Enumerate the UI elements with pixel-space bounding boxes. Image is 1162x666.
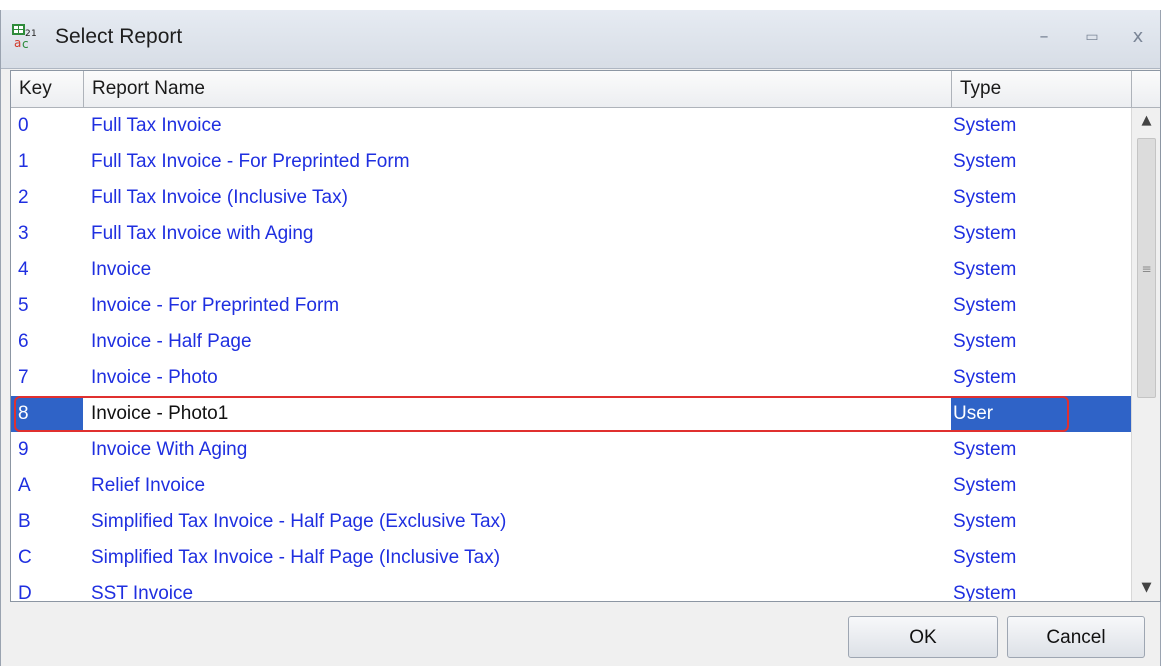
table-row[interactable]: 2 Full Tax Invoice (Inclusive Tax) System	[11, 180, 1131, 216]
table-row[interactable]: 9 Invoice With Aging System	[11, 432, 1131, 468]
cell-key[interactable]: 5	[18, 288, 29, 324]
report-grid-icon: 2 1 a c	[12, 24, 37, 49]
cell-type[interactable]: User	[953, 396, 993, 432]
cell-type[interactable]: System	[953, 252, 1016, 288]
title-bar[interactable]: 2 1 a c Select Report – ▭ x	[1, 10, 1160, 69]
cell-report-name[interactable]: Invoice - Half Page	[91, 324, 252, 360]
cell-key[interactable]: 8	[18, 396, 29, 432]
cell-type[interactable]: System	[953, 540, 1016, 576]
cell-type[interactable]: System	[953, 324, 1016, 360]
cell-report-name[interactable]: SST Invoice	[91, 576, 193, 601]
table-row[interactable]: 4 Invoice System	[11, 252, 1131, 288]
report-grid: Key Report Name Type 0 Full Tax Invoice Sy…	[10, 70, 1161, 602]
table-row[interactable]: A Relief Invoice System	[11, 468, 1131, 504]
cell-report-name[interactable]: Full Tax Invoice - For Preprinted Form	[91, 144, 410, 180]
svg-text:1: 1	[31, 29, 37, 39]
column-header-report-name[interactable]: Report Name	[84, 71, 952, 107]
cell-key[interactable]: B	[18, 504, 31, 540]
cell-report-name[interactable]: Simplified Tax Invoice - Half Page (Excl…	[91, 504, 506, 540]
cell-key[interactable]: 6	[18, 324, 29, 360]
cell-report-name[interactable]: Invoice - For Preprinted Form	[91, 288, 339, 324]
table-row[interactable]: 1 Full Tax Invoice - For Preprinted Form S…	[11, 144, 1131, 180]
cell-report-name[interactable]: Full Tax Invoice with Aging	[91, 216, 314, 252]
cell-type[interactable]: System	[953, 432, 1016, 468]
vertical-scrollbar[interactable]: ▲ ≡ ▼	[1131, 108, 1160, 601]
svg-text:c: c	[22, 37, 29, 49]
scroll-down-icon[interactable]: ▼	[1132, 575, 1160, 601]
minimize-button[interactable]: –	[1029, 24, 1059, 50]
cell-key[interactable]: D	[18, 576, 32, 601]
cell-report-name[interactable]: Invoice - Photo1	[91, 396, 228, 432]
table-row[interactable]: 6 Invoice - Half Page System	[11, 324, 1131, 360]
table-row[interactable]: 0 Full Tax Invoice System	[11, 108, 1131, 144]
cell-key[interactable]: C	[18, 540, 32, 576]
table-row[interactable]: C Simplified Tax Invoice - Half Page (Inc…	[11, 540, 1131, 576]
table-row[interactable]: 5 Invoice - For Preprinted Form System	[11, 288, 1131, 324]
cell-report-name[interactable]: Invoice With Aging	[91, 432, 247, 468]
cell-report-name[interactable]: Invoice	[91, 252, 151, 288]
cell-type[interactable]: System	[953, 360, 1016, 396]
cell-key[interactable]: 1	[18, 144, 29, 180]
cell-key[interactable]: 2	[18, 180, 29, 216]
column-header-key[interactable]: Key	[11, 71, 84, 107]
cell-type[interactable]: System	[953, 468, 1016, 504]
table-row[interactable]: 7 Invoice - Photo System	[11, 360, 1131, 396]
table-row[interactable]: D SST Invoice System	[11, 576, 1131, 601]
cell-report-name[interactable]: Full Tax Invoice (Inclusive Tax)	[91, 180, 348, 216]
cell-key[interactable]: 7	[18, 360, 29, 396]
cell-type[interactable]: System	[953, 504, 1016, 540]
dialog-title: Select Report	[55, 25, 183, 48]
cell-key[interactable]: 4	[18, 252, 29, 288]
dialog-footer: OK Cancel	[10, 606, 1161, 666]
cell-report-name[interactable]: Simplified Tax Invoice - Half Page (Incl…	[91, 540, 500, 576]
cell-report-name[interactable]: Full Tax Invoice	[91, 108, 222, 144]
scroll-thumb[interactable]: ≡	[1137, 138, 1156, 398]
table-row[interactable]: B Simplified Tax Invoice - Half Page (Exc…	[11, 504, 1131, 540]
cell-type[interactable]: System	[953, 180, 1016, 216]
select-report-dialog: 2 1 a c Select Report – ▭ x Key Report N…	[0, 10, 1161, 666]
column-header-type[interactable]: Type	[952, 71, 1132, 107]
ok-button[interactable]: OK	[848, 616, 998, 658]
cell-type[interactable]: System	[953, 216, 1016, 252]
grid-header: Key Report Name Type	[11, 71, 1160, 108]
cell-key[interactable]: A	[18, 468, 31, 504]
maximize-button[interactable]: ▭	[1077, 24, 1107, 50]
cell-key[interactable]: 9	[18, 432, 29, 468]
close-button[interactable]: x	[1123, 24, 1153, 50]
cell-report-name[interactable]: Relief Invoice	[91, 468, 205, 504]
cell-report-name[interactable]: Invoice - Photo	[91, 360, 218, 396]
table-row[interactable]: 8 Invoice - Photo1 User	[11, 396, 1131, 432]
cell-type[interactable]: System	[953, 576, 1016, 601]
cell-type[interactable]: System	[953, 144, 1016, 180]
svg-text:a: a	[14, 36, 21, 49]
scroll-up-icon[interactable]: ▲	[1132, 108, 1160, 134]
table-row[interactable]: 3 Full Tax Invoice with Aging System	[11, 216, 1131, 252]
cell-key[interactable]: 3	[18, 216, 29, 252]
cell-type[interactable]: System	[953, 288, 1016, 324]
cancel-button[interactable]: Cancel	[1007, 616, 1145, 658]
cell-key[interactable]: 0	[18, 108, 29, 144]
background-window-edge	[0, 0, 1162, 10]
cell-type[interactable]: System	[953, 108, 1016, 144]
